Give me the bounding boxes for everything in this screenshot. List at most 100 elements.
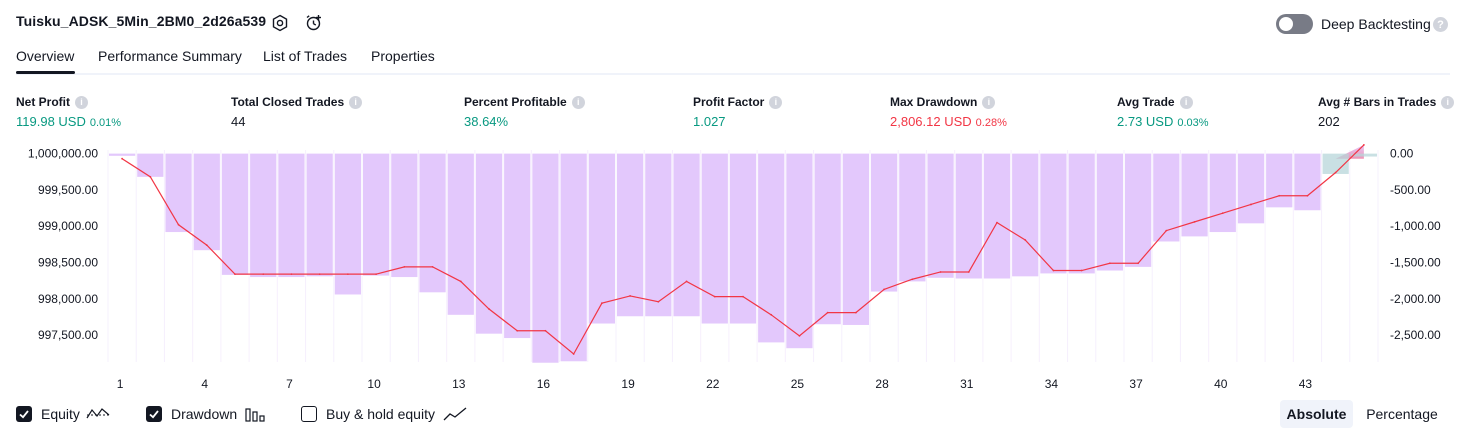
y-right-tick-label: -2,000.00: [1390, 292, 1441, 306]
y-left-tick-label: 999,500.00: [38, 183, 98, 197]
info-icon[interactable]: i: [571, 95, 585, 109]
equity-point: [403, 265, 406, 268]
drawdown-bar: [250, 153, 277, 278]
equity-point: [290, 273, 293, 276]
tab-list-of-trades[interactable]: List of Trades: [263, 48, 347, 64]
x-tick-label: 13: [452, 377, 466, 391]
drawdown-bar: [899, 153, 926, 282]
y-left-tick-label: 998,000.00: [38, 292, 98, 306]
equity-point: [516, 329, 519, 332]
drawdown-bar: [645, 153, 672, 317]
equity-point: [657, 300, 660, 303]
buy-hold-checkbox[interactable]: [301, 406, 317, 422]
drawdown-bar: [786, 153, 813, 349]
x-tick-label: 19: [621, 377, 635, 391]
stat-label: Net Profit: [16, 95, 70, 109]
question-icon[interactable]: ?: [1433, 17, 1448, 32]
info-icon[interactable]: i: [1179, 95, 1193, 109]
equity-point: [1137, 262, 1140, 265]
equity-point: [1024, 239, 1027, 241]
stat-value: 202: [1318, 114, 1340, 129]
x-tick-label: 10: [367, 377, 381, 391]
stat-value: 44: [231, 114, 246, 129]
legend-equity[interactable]: Equity: [16, 404, 110, 424]
equity-point: [1080, 269, 1083, 272]
x-tick-label: 16: [537, 377, 551, 391]
drawdown-bar: [842, 153, 869, 325]
drawdown-checkbox[interactable]: [146, 406, 162, 422]
drawdown-bar: [109, 153, 136, 156]
stat-total-closed-trades: Total Closed Trades i 44: [231, 95, 363, 129]
drawdown-bar: [278, 153, 305, 278]
stat-percent-profitable: Percent Profitable i 38.64%: [464, 95, 585, 129]
equity-checkbox[interactable]: [16, 406, 32, 422]
tab-properties[interactable]: Properties: [371, 48, 435, 64]
equity-point: [1250, 203, 1252, 206]
info-icon[interactable]: i: [75, 95, 88, 109]
deep-backtesting-label: Deep Backtesting: [1321, 16, 1431, 32]
info-icon[interactable]: i: [769, 95, 783, 109]
equity-point: [939, 271, 942, 273]
gear-icon[interactable]: [270, 13, 290, 33]
x-tick-label: 4: [201, 377, 208, 391]
stat-net-profit: Net Profit i 119.98 USD 0.01%: [16, 95, 121, 129]
equity-point: [177, 223, 180, 226]
drawdown-bar: [137, 153, 164, 177]
stat-label: Percent Profitable: [464, 95, 567, 109]
equity-point: [629, 295, 632, 297]
y-right-tick-label: 0.00: [1390, 147, 1414, 161]
stat-value: 1.027: [693, 114, 726, 129]
drawdown-bar: [363, 153, 390, 276]
x-tick-label: 37: [1129, 377, 1143, 391]
stat-avg-trade: Avg Trade i 2.73 USD 0.03%: [1117, 95, 1209, 129]
equity-point: [883, 288, 886, 291]
tab-overview[interactable]: Overview: [16, 48, 74, 64]
y-right-tick-label: -1,000.00: [1390, 219, 1441, 233]
equity-point: [572, 353, 575, 355]
alarm-clock-add-icon[interactable]: [304, 13, 324, 33]
info-icon[interactable]: i: [349, 95, 363, 109]
equity-point: [1334, 171, 1337, 174]
drawdown-bar: [1125, 153, 1152, 267]
y-left-tick-label: 997,500.00: [38, 328, 98, 342]
deep-backtesting-toggle[interactable]: [1276, 14, 1313, 34]
x-tick-label: 34: [1045, 377, 1059, 391]
toggle-knob: [1279, 17, 1293, 31]
buy-hold-line-icon: [443, 407, 467, 421]
stat-percent: 0.01%: [89, 117, 122, 129]
check-icon: [149, 410, 159, 419]
drawdown-bar: [983, 153, 1011, 279]
drawdown-bar: [1096, 153, 1123, 271]
y-left-tick-label: 999,000.00: [38, 219, 98, 233]
legend-label: Drawdown: [171, 406, 238, 422]
equity-drawdown-chart[interactable]: 1,000,000.00 999,500.00 999,000.00 998,500.…: [0, 140, 1466, 398]
equity-point: [544, 329, 547, 332]
info-icon[interactable]: i: [1441, 95, 1455, 109]
equity-point: [262, 273, 265, 276]
equity-point: [854, 311, 857, 314]
absolute-button[interactable]: Absolute: [1280, 400, 1353, 428]
stat-profit-factor: Profit Factor i 1.027: [693, 95, 783, 129]
tab-performance-summary[interactable]: Performance Summary: [98, 48, 242, 64]
drawdown-bar: [391, 153, 418, 278]
equity-point: [1306, 194, 1309, 197]
drawdown-bar: [560, 153, 587, 362]
info-icon[interactable]: i: [982, 95, 996, 109]
percentage-button[interactable]: Percentage: [1359, 400, 1445, 428]
legend-buy-hold-equity[interactable]: Buy & hold equity: [301, 404, 467, 424]
equity-point: [685, 280, 688, 283]
equity-point: [1278, 194, 1281, 197]
drawdown-bar: [193, 153, 220, 251]
x-tick-label: 43: [1299, 377, 1313, 391]
legend-drawdown[interactable]: Drawdown: [146, 404, 267, 424]
equity-point: [1165, 229, 1168, 232]
equity-point: [234, 273, 236, 276]
equity-point: [600, 302, 603, 305]
drawdown-bar: [1209, 153, 1236, 233]
stat-avg-bars-in-trades: Avg # Bars in Trades i 202: [1318, 95, 1455, 129]
equity-point: [996, 221, 998, 224]
tabs-divider: [16, 73, 1450, 75]
x-tick-label: 1: [117, 377, 124, 391]
equity-point: [798, 334, 801, 337]
drawdown-bar: [955, 153, 982, 279]
